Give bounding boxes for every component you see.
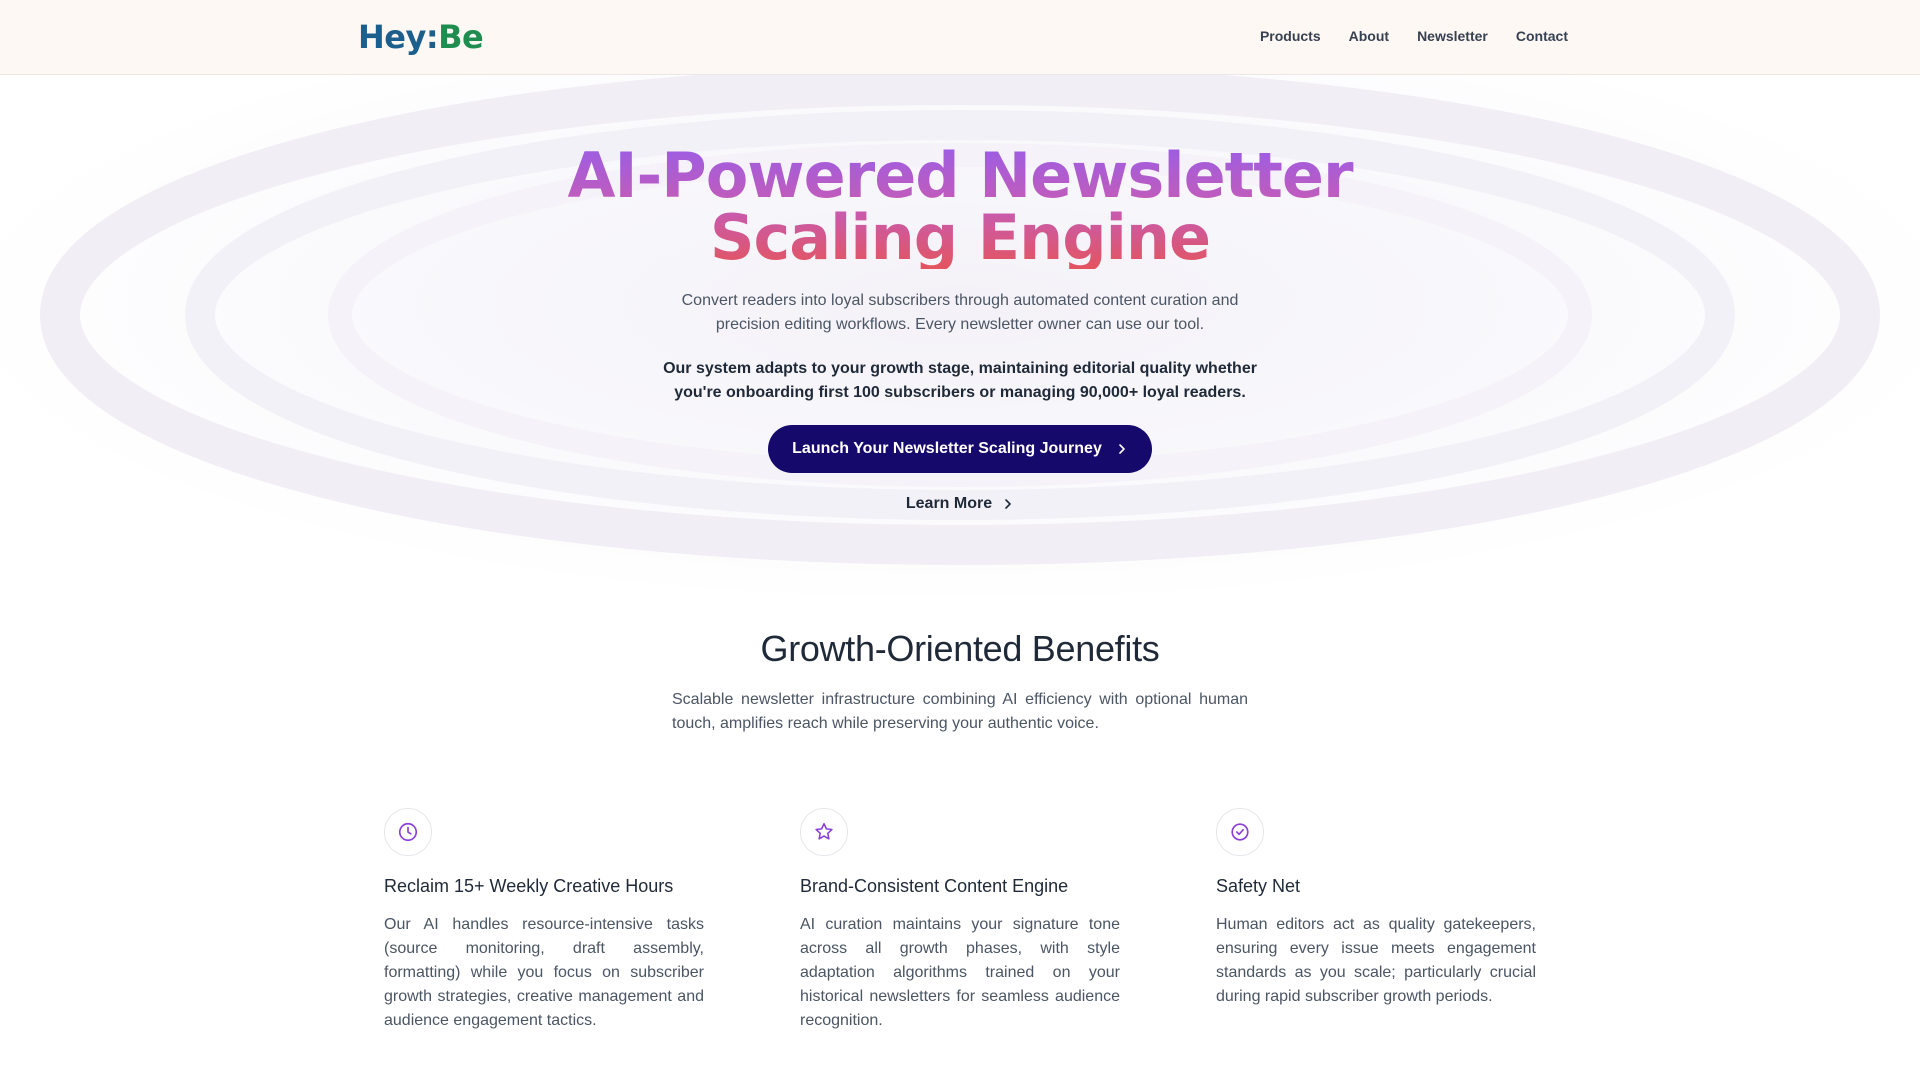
launch-journey-label: Launch Your Newsletter Scaling Journey (792, 440, 1102, 457)
benefit-cards: Reclaim 15+ Weekly Creative Hours Our AI… (384, 808, 1536, 1033)
chevron-right-icon (1119, 444, 1125, 454)
top-navbar: Hey:Be Products About Newsletter Contact (0, 0, 1920, 75)
hero-subtitle-bold: Our system adapts to your growth stage, … (663, 360, 1257, 401)
nav-links: Products About Newsletter Contact (1260, 28, 1568, 44)
check-circle-icon (1216, 808, 1264, 856)
nav-link-about[interactable]: About (1349, 28, 1389, 44)
benefit-card-title: Brand-Consistent Content Engine (800, 876, 1069, 896)
nav-link-products[interactable]: Products (1260, 28, 1321, 44)
benefits-heading: Growth-Oriented Benefits (760, 628, 1160, 669)
star-icon (800, 808, 848, 856)
hero-title-line-2: Scaling Engine (709, 201, 1211, 274)
benefit-card-body: Human editors act as quality gatekeepers… (1216, 916, 1536, 1005)
logo-part-2: Be (438, 18, 484, 56)
clock-icon (384, 808, 432, 856)
benefit-card: Safety Net Human editors act as quality … (1216, 808, 1536, 1033)
chevron-right-icon (1005, 499, 1011, 509)
hero-subtitle: Convert readers into loyal subscribers t… (681, 292, 1239, 333)
benefit-card: Reclaim 15+ Weekly Creative Hours Our AI… (384, 808, 704, 1033)
benefit-card-title: Reclaim 15+ Weekly Creative Hours (384, 876, 674, 896)
hero-section: AI-Powered Newsletter Scaling Engine Con… (0, 145, 1920, 513)
benefits-section: Growth-Oriented Benefits Scalable newsle… (0, 628, 1920, 736)
nav-link-contact[interactable]: Contact (1516, 28, 1568, 44)
benefit-card: Brand-Consistent Content Engine AI curat… (800, 808, 1120, 1033)
learn-more-link[interactable]: Learn More (906, 495, 1014, 513)
logo-part-1: Hey: (358, 18, 439, 56)
benefit-card-body: AI curation maintains your signature ton… (800, 916, 1120, 1029)
hero-title: AI-Powered Newsletter Scaling Engine (0, 145, 1920, 269)
page: Hey:Be Products About Newsletter Contact… (0, 0, 1920, 1080)
launch-journey-button[interactable]: Launch Your Newsletter Scaling Journey (768, 425, 1152, 473)
nav-link-newsletter[interactable]: Newsletter (1417, 28, 1488, 44)
brand-logo[interactable]: Hey:Be (358, 18, 484, 56)
benefit-card-body: Our AI handles resource-intensive tasks … (384, 916, 704, 1029)
benefit-card-title: Safety Net (1216, 876, 1301, 896)
learn-more-label: Learn More (905, 495, 993, 512)
benefits-intro: Scalable newsletter infrastructure combi… (672, 691, 1248, 732)
